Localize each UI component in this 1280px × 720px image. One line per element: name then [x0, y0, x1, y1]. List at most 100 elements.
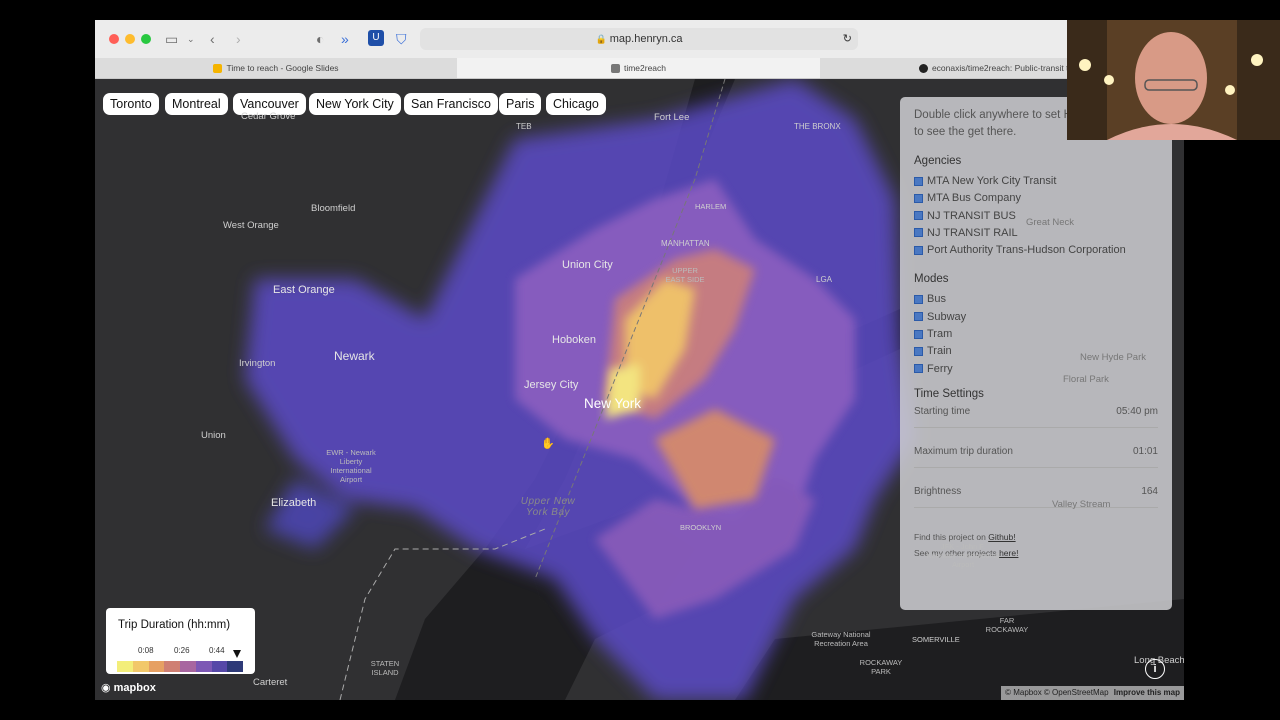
- city-button-paris[interactable]: Paris: [499, 93, 542, 115]
- agency-checkbox[interactable]: MTA New York City Transit: [914, 173, 1158, 190]
- map-label: Fort Lee: [654, 112, 690, 123]
- shield-icon[interactable]: ⛉: [396, 29, 407, 49]
- map-label: Bloomfield: [311, 203, 356, 214]
- legend-color-swatch: [164, 661, 180, 672]
- starting-time-slider[interactable]: [914, 426, 1158, 428]
- checkbox-icon[interactable]: [914, 211, 923, 221]
- reload-icon[interactable]: ↻: [843, 28, 852, 50]
- map-label: Gateway National Recreation Area: [811, 630, 871, 648]
- map-label: FAR ROCKAWAY: [985, 616, 1029, 634]
- lock-icon: 🔒: [595, 34, 607, 44]
- map-label: BROOKLYN: [680, 523, 722, 532]
- map-label: TEB: [516, 122, 532, 131]
- city-button-toronto[interactable]: Toronto: [103, 93, 159, 115]
- map-label: LGA: [816, 275, 833, 284]
- map-label: Cedar Grove: [241, 111, 296, 122]
- checkbox-icon[interactable]: [914, 364, 923, 374]
- chevron-down-icon[interactable]: ⌄: [187, 29, 195, 49]
- brightness-slider[interactable]: [914, 506, 1158, 508]
- checkbox-icon[interactable]: [914, 245, 923, 255]
- map-label: East Orange: [273, 284, 335, 296]
- github-icon: [918, 64, 928, 74]
- tab-slides[interactable]: Time to reach - Google Slides: [95, 58, 457, 78]
- legend-color-swatch: [117, 661, 133, 672]
- osm-attribution[interactable]: © OpenStreetMap: [1044, 688, 1109, 697]
- info-icon[interactable]: i: [1145, 659, 1165, 679]
- city-button-chicago[interactable]: Chicago: [546, 93, 606, 115]
- tab-time2reach[interactable]: time2reach: [457, 58, 820, 78]
- map-label: SOMERVILLE: [912, 635, 960, 644]
- privacy-shield-icon[interactable]: ◐: [316, 29, 324, 49]
- legend-color-swatch: [132, 661, 149, 672]
- checkbox-icon[interactable]: [914, 329, 923, 339]
- webcam-image: [1067, 20, 1280, 140]
- improve-map-link[interactable]: Improve this map: [1114, 688, 1180, 697]
- mode-label: Tram: [927, 328, 953, 341]
- minimize-window-button[interactable]: [125, 34, 135, 44]
- starting-time-value: 05:40 pm: [1116, 405, 1158, 417]
- browser-window: ▭ ⌄ ‹ › ◐ » U ⛉ 🔒 map.henryn.ca ↻ Time t…: [95, 20, 1184, 700]
- checkbox-icon[interactable]: [914, 346, 923, 356]
- address-bar[interactable]: 🔒 map.henryn.ca ↻: [420, 28, 858, 50]
- mapbox-attribution[interactable]: © Mapbox: [1005, 688, 1042, 697]
- url-text: map.henryn.ca: [609, 33, 683, 45]
- map-label: JFK - John F. Kennedy International Airp…: [926, 542, 1000, 569]
- h-icon: [610, 64, 620, 74]
- other-projects-link[interactable]: here!: [999, 548, 1018, 558]
- close-window-button[interactable]: [109, 34, 119, 44]
- checkbox-icon[interactable]: [914, 312, 923, 322]
- legend-color-swatch: [195, 661, 212, 672]
- footer-github: Find this project on Github!: [914, 532, 1158, 542]
- map-attribution: © Mapbox © OpenStreetMap Improve this ma…: [1001, 686, 1184, 700]
- back-icon[interactable]: ‹: [210, 29, 215, 49]
- github-link[interactable]: Github!: [988, 532, 1015, 542]
- mode-checkbox[interactable]: Ferry: [914, 361, 1158, 378]
- checkbox-icon[interactable]: [914, 228, 923, 238]
- agencies-heading: Agencies: [914, 155, 962, 167]
- max-trip-label: Maximum trip duration: [914, 445, 1013, 457]
- checkbox-icon[interactable]: [914, 176, 923, 186]
- time-settings-heading: Time Settings: [914, 387, 984, 400]
- map-label: ROCKAWAY PARK: [859, 658, 903, 676]
- city-button-new-york-city[interactable]: New York City: [309, 93, 401, 115]
- mode-label: Train: [927, 345, 952, 358]
- mode-checkbox[interactable]: Bus: [914, 291, 1158, 308]
- extension-forward-icon[interactable]: »: [341, 29, 349, 49]
- mapbox-logo[interactable]: ◉ mapbox: [101, 681, 156, 694]
- map-label: UPPER EAST SIDE: [665, 266, 705, 284]
- agency-checkbox[interactable]: Port Authority Trans-Hudson Corporation: [914, 242, 1158, 259]
- starting-time-label: Starting time: [914, 405, 971, 417]
- mode-checkbox[interactable]: Tram: [914, 326, 1158, 343]
- legend-color-swatch: [227, 661, 243, 672]
- map-label: THE BRONX: [794, 122, 841, 131]
- agency-label: NJ TRANSIT BUS: [927, 209, 1016, 222]
- grab-cursor-icon: ✋: [541, 438, 555, 450]
- agency-checkbox[interactable]: MTA Bus Company: [914, 190, 1158, 207]
- mode-checkbox[interactable]: Subway: [914, 309, 1158, 326]
- map-label: EWR - Newark Liberty International Airpo…: [326, 448, 376, 484]
- max-trip-slider[interactable]: [914, 466, 1158, 468]
- map-label: Carteret: [253, 677, 288, 688]
- agency-label: Port Authority Trans-Hudson Corporation: [927, 244, 1126, 257]
- forward-icon[interactable]: ›: [236, 29, 241, 49]
- agency-label: NJ TRANSIT RAIL: [927, 226, 1018, 239]
- legend-tick: 0:44: [209, 646, 225, 655]
- map-label: Jersey City: [524, 379, 579, 391]
- legend-marker-icon: [233, 650, 241, 658]
- map-label: Irvington: [239, 358, 276, 369]
- brightness-label: Brightness: [914, 485, 962, 497]
- maximize-window-button[interactable]: [141, 34, 151, 44]
- map-canvas[interactable]: Toronto Montreal Vancouver New York City…: [95, 79, 1184, 700]
- map-label: New Hyde Park: [1080, 352, 1146, 363]
- max-trip-value: 01:01: [1132, 445, 1158, 457]
- checkbox-icon[interactable]: [914, 193, 923, 203]
- sidebar-toggle-icon[interactable]: ▭: [165, 29, 178, 49]
- tab-bar: Time to reach - Google Slides time2reach…: [95, 58, 1184, 79]
- city-button-montreal[interactable]: Montreal: [165, 93, 228, 115]
- footer-find-text: Find this project on: [914, 531, 986, 542]
- legend-title: Trip Duration (hh:mm): [118, 619, 231, 631]
- bitwarden-icon[interactable]: U: [368, 30, 384, 46]
- city-button-san-francisco[interactable]: San Francisco: [404, 93, 498, 115]
- checkbox-icon[interactable]: [914, 295, 923, 305]
- legend-color-swatch: [148, 661, 165, 672]
